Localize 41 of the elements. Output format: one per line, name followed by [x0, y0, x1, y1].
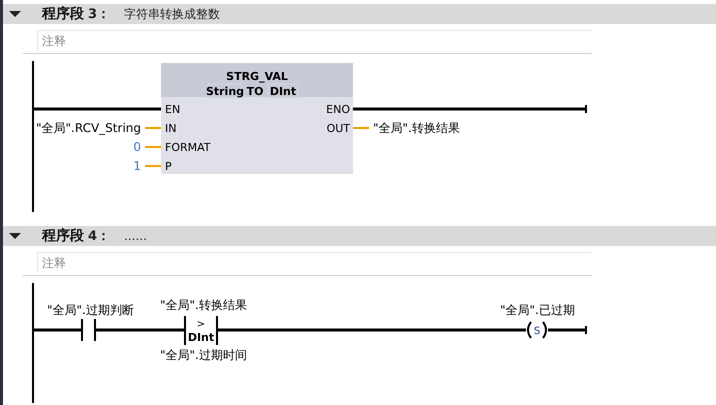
- collapse-triangle-icon[interactable]: [9, 231, 21, 241]
- operand-label[interactable]: "全局".转换结果: [373, 121, 460, 135]
- compare-symbol[interactable]: [184, 316, 218, 345]
- operand-label[interactable]: "全局".转换结果: [160, 298, 247, 312]
- collapse-triangle-icon[interactable]: [9, 9, 21, 19]
- target-type: DInt: [270, 85, 296, 98]
- network-title: ......: [124, 229, 147, 243]
- input-wire: [145, 146, 161, 148]
- compare-operator: >: [196, 319, 206, 330]
- comment-field[interactable]: 注释: [38, 256, 586, 270]
- operand-label[interactable]: "全局".过期时间: [160, 348, 247, 362]
- coil-letter: S: [534, 326, 540, 337]
- operand-label[interactable]: "全局".RCV_String: [36, 121, 141, 135]
- coil-symbol[interactable]: [527, 321, 547, 339]
- rung-line: [34, 328, 82, 332]
- output-pin: ENO: [326, 103, 350, 116]
- instruction-name: STRG_VAL: [226, 70, 288, 83]
- operand-label[interactable]: 0: [133, 140, 141, 154]
- operand-label[interactable]: 1: [133, 159, 141, 173]
- input-pin: EN: [165, 103, 180, 116]
- input-pin: FORMAT: [165, 141, 211, 154]
- operand-label[interactable]: "全局".过期判断: [47, 303, 134, 317]
- output-pin: OUT: [326, 122, 350, 135]
- contact-symbol[interactable]: [81, 319, 96, 341]
- network-title: 字符串转换成整数: [124, 6, 220, 22]
- input-wire: [145, 165, 161, 167]
- network-label: 程序段: [42, 227, 84, 245]
- operand-label[interactable]: "全局".已过期: [500, 303, 575, 317]
- comment-field[interactable]: 注释: [38, 34, 586, 48]
- output-wire: [353, 127, 369, 129]
- network-label: 程序段: [42, 5, 84, 23]
- input-wire: [145, 127, 161, 129]
- input-pin: IN: [165, 122, 176, 135]
- source-type: String: [206, 85, 244, 98]
- instruction-box[interactable]: [161, 97, 353, 174]
- network-number: 4：: [88, 228, 110, 245]
- compare-type: DInt: [188, 331, 214, 344]
- input-pin: P: [165, 160, 172, 173]
- rung-line: [548, 326, 587, 334]
- type-separator: TO: [246, 85, 264, 98]
- network-number: 3：: [88, 6, 110, 23]
